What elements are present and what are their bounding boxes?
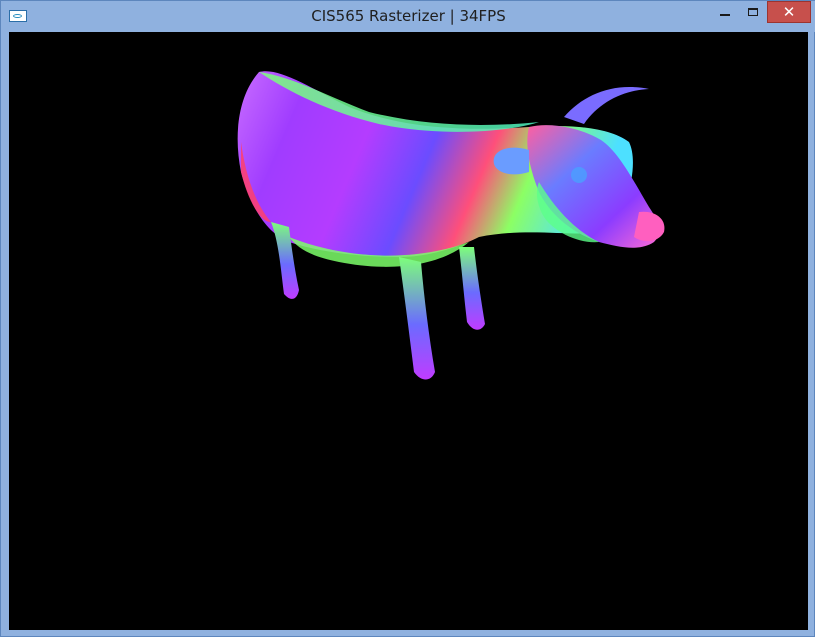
render-viewport[interactable] bbox=[9, 32, 808, 630]
close-button[interactable]: ✕ bbox=[767, 1, 811, 23]
cow-horn bbox=[564, 87, 649, 124]
close-icon: ✕ bbox=[782, 2, 796, 21]
render-canvas bbox=[237, 71, 665, 380]
application-window: CIS565 Rasterizer | 34FPS ✕ bbox=[0, 0, 815, 637]
cow-eye bbox=[571, 167, 587, 183]
minimize-icon bbox=[720, 14, 730, 16]
cow-nose bbox=[634, 211, 665, 242]
cow-leg-front bbox=[399, 257, 435, 380]
cow-leg-back bbox=[459, 247, 485, 330]
title-bar[interactable]: CIS565 Rasterizer | 34FPS ✕ bbox=[1, 1, 815, 32]
window-title: CIS565 Rasterizer | 34FPS bbox=[311, 7, 506, 25]
maximize-button[interactable] bbox=[739, 1, 767, 23]
cow-ear bbox=[493, 147, 529, 175]
minimize-button[interactable] bbox=[711, 1, 739, 23]
maximize-icon bbox=[748, 8, 758, 16]
app-icon[interactable] bbox=[9, 10, 27, 22]
